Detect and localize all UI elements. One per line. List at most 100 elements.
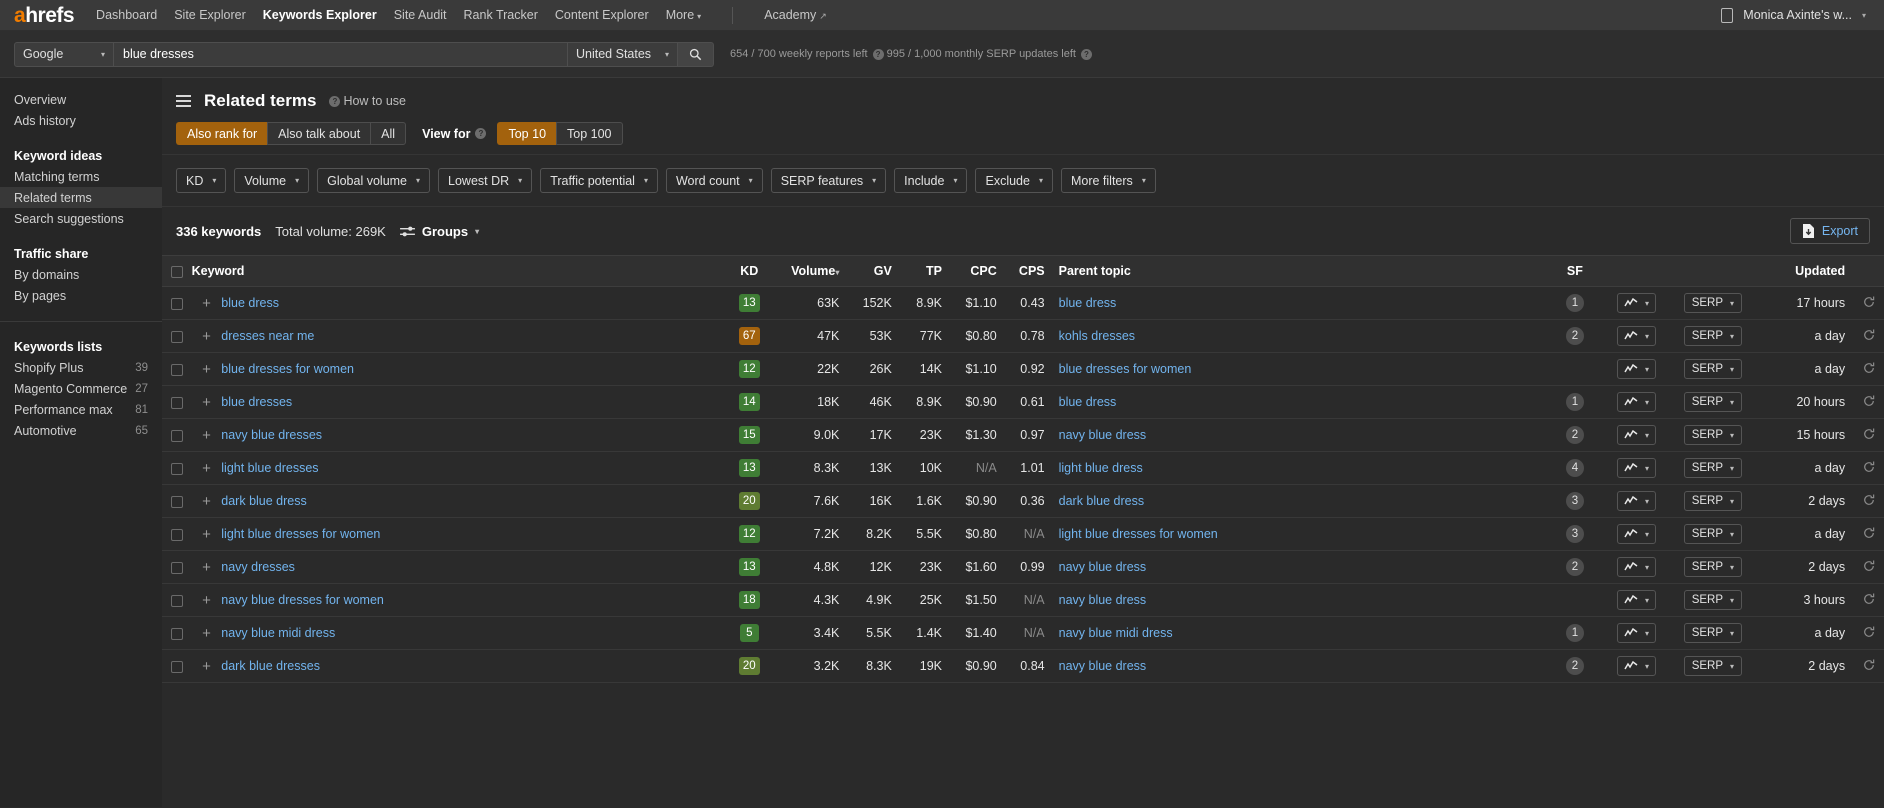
refresh-button[interactable] <box>1855 296 1875 311</box>
keyword-link[interactable]: dark blue dresses <box>221 659 320 673</box>
plus-icon[interactable]: + <box>196 460 217 477</box>
tab-also-rank-for[interactable]: Also rank for <box>176 122 267 145</box>
trend-chart-button[interactable]: ▾ <box>1617 524 1656 544</box>
sidebar-item-magento-commerce[interactable]: Magento Commerce27 <box>0 378 162 399</box>
sf-badge[interactable]: 2 <box>1566 426 1584 444</box>
refresh-button[interactable] <box>1855 626 1875 641</box>
serp-button[interactable]: SERP▾ <box>1684 524 1742 544</box>
filter-kd[interactable]: KD▾ <box>176 168 226 193</box>
table-row[interactable]: +navy dresses134.8K12K23K$1.600.99navy b… <box>162 551 1884 584</box>
column-header-parent-topic[interactable]: Parent topic <box>1045 256 1547 287</box>
keyword-link[interactable]: navy blue midi dress <box>221 626 335 640</box>
keyword-link[interactable]: navy blue dresses for women <box>221 593 384 607</box>
sf-badge[interactable]: 4 <box>1566 459 1584 477</box>
row-checkbox[interactable] <box>171 331 183 343</box>
filter-include[interactable]: Include▾ <box>894 168 967 193</box>
plus-icon[interactable]: + <box>196 592 217 609</box>
table-row[interactable]: +blue dress1363K152K8.9K$1.100.43blue dr… <box>162 287 1884 320</box>
keyword-link[interactable]: navy dresses <box>221 560 295 574</box>
tab-top-100[interactable]: Top 100 <box>556 122 622 145</box>
export-button[interactable]: Export <box>1790 218 1870 244</box>
filter-exclude[interactable]: Exclude▾ <box>975 168 1053 193</box>
sf-badge[interactable]: 1 <box>1566 393 1584 411</box>
filter-serp-features[interactable]: SERP features▾ <box>771 168 886 193</box>
sf-badge[interactable]: 2 <box>1566 327 1584 345</box>
refresh-button[interactable] <box>1855 527 1875 542</box>
filter-lowest-dr[interactable]: Lowest DR▾ <box>438 168 532 193</box>
plus-icon[interactable]: + <box>196 526 217 543</box>
help-icon[interactable]: ? <box>873 49 884 60</box>
refresh-button[interactable] <box>1855 659 1875 674</box>
sf-badge[interactable]: 2 <box>1566 657 1584 675</box>
keyword-link[interactable]: dresses near me <box>221 329 314 343</box>
trend-chart-button[interactable]: ▾ <box>1617 359 1656 379</box>
column-header-kd[interactable]: KD <box>723 256 775 287</box>
serp-button[interactable]: SERP▾ <box>1684 326 1742 346</box>
sf-badge[interactable]: 3 <box>1566 525 1584 543</box>
sf-badge[interactable]: 1 <box>1566 624 1584 642</box>
parent-topic-link[interactable]: light blue dress <box>1059 461 1143 475</box>
sidebar-item-ads-history[interactable]: Ads history <box>0 110 162 131</box>
plus-icon[interactable]: + <box>196 493 217 510</box>
sidebar-item-by-pages[interactable]: By pages <box>0 285 162 306</box>
keyword-link[interactable]: blue dresses for women <box>221 362 354 376</box>
sidebar-item-search-suggestions[interactable]: Search suggestions <box>0 208 162 229</box>
keyword-link[interactable]: navy blue dresses <box>221 428 322 442</box>
serp-button[interactable]: SERP▾ <box>1684 656 1742 676</box>
table-row[interactable]: +dresses near me6747K53K77K$0.800.78kohl… <box>162 320 1884 353</box>
plus-icon[interactable]: + <box>196 559 217 576</box>
nav-item-site-audit[interactable]: Site Audit <box>394 8 447 22</box>
column-header-cpc[interactable]: CPC <box>942 256 997 287</box>
trend-chart-button[interactable]: ▾ <box>1617 458 1656 478</box>
ahrefs-logo[interactable]: ahrefs <box>14 5 74 26</box>
sidebar-item-matching-terms[interactable]: Matching terms <box>0 166 162 187</box>
help-icon[interactable]: ? <box>1081 49 1092 60</box>
sidebar-item-performance-max[interactable]: Performance max81 <box>0 399 162 420</box>
serp-button[interactable]: SERP▾ <box>1684 425 1742 445</box>
refresh-button[interactable] <box>1855 593 1875 608</box>
parent-topic-link[interactable]: light blue dresses for women <box>1059 527 1218 541</box>
nav-item-site-explorer[interactable]: Site Explorer <box>174 8 246 22</box>
search-submit-button[interactable] <box>678 42 714 67</box>
hamburger-menu-icon[interactable] <box>176 95 191 107</box>
nav-item-academy[interactable]: Academy↗ <box>764 8 827 22</box>
trend-chart-button[interactable]: ▾ <box>1617 623 1656 643</box>
sf-badge[interactable]: 3 <box>1566 492 1584 510</box>
table-row[interactable]: +navy blue dresses for women184.3K4.9K25… <box>162 584 1884 617</box>
row-checkbox[interactable] <box>171 496 183 508</box>
column-header-tp[interactable]: TP <box>892 256 942 287</box>
tab-all[interactable]: All <box>370 122 406 145</box>
serp-button[interactable]: SERP▾ <box>1684 590 1742 610</box>
filter-volume[interactable]: Volume▾ <box>234 168 309 193</box>
sidebar-item-by-domains[interactable]: By domains <box>0 264 162 285</box>
table-row[interactable]: +navy blue dresses159.0K17K23K$1.300.97n… <box>162 419 1884 452</box>
refresh-button[interactable] <box>1855 494 1875 509</box>
sidebar-item-automotive[interactable]: Automotive65 <box>0 420 162 441</box>
keyword-link[interactable]: light blue dresses <box>221 461 318 475</box>
keyword-link[interactable]: light blue dresses for women <box>221 527 380 541</box>
mobile-device-icon[interactable] <box>1721 8 1733 23</box>
refresh-button[interactable] <box>1855 362 1875 377</box>
keyword-link[interactable]: blue dresses <box>221 395 292 409</box>
sidebar-item-shopify-plus[interactable]: Shopify Plus39 <box>0 357 162 378</box>
nav-item-more[interactable]: More▾ <box>666 8 702 22</box>
trend-chart-button[interactable]: ▾ <box>1617 590 1656 610</box>
chevron-down-icon[interactable]: ▾ <box>1862 11 1866 20</box>
sidebar-item-overview[interactable]: Overview <box>0 89 162 110</box>
nav-item-content-explorer[interactable]: Content Explorer <box>555 8 649 22</box>
parent-topic-link[interactable]: navy blue dress <box>1059 560 1147 574</box>
trend-chart-button[interactable]: ▾ <box>1617 425 1656 445</box>
serp-button[interactable]: SERP▾ <box>1684 293 1742 313</box>
sidebar-item-related-terms[interactable]: Related terms <box>0 187 162 208</box>
plus-icon[interactable]: + <box>196 361 217 378</box>
refresh-button[interactable] <box>1855 560 1875 575</box>
refresh-button[interactable] <box>1855 461 1875 476</box>
row-checkbox[interactable] <box>171 562 183 574</box>
refresh-button[interactable] <box>1855 329 1875 344</box>
plus-icon[interactable]: + <box>196 427 217 444</box>
keyword-link[interactable]: dark blue dress <box>221 494 306 508</box>
parent-topic-link[interactable]: navy blue midi dress <box>1059 626 1173 640</box>
parent-topic-link[interactable]: navy blue dress <box>1059 428 1147 442</box>
column-header-volume[interactable]: Volume▾ <box>776 256 840 287</box>
row-checkbox[interactable] <box>171 661 183 673</box>
